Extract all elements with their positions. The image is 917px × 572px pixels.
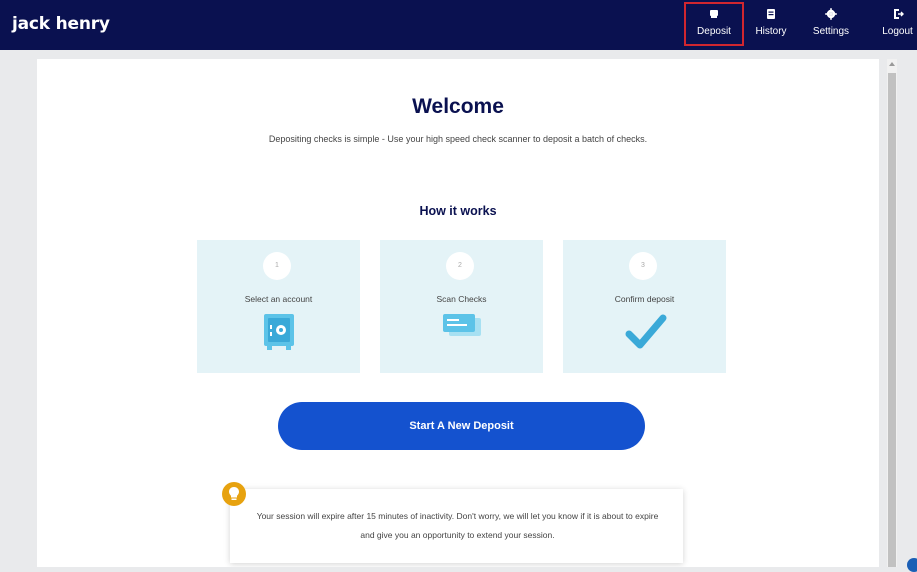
- checks-icon: [380, 310, 543, 349]
- scrollbar-thumb[interactable]: [888, 73, 896, 567]
- session-notice-text: Your session will expire after 15 minute…: [256, 511, 659, 540]
- brand-logo: jack henry: [12, 14, 110, 34]
- nav-settings[interactable]: Settings: [806, 4, 856, 44]
- step-card-confirm-deposit: 3 Confirm deposit: [563, 240, 726, 373]
- nav-deposit-label: Deposit: [697, 26, 731, 37]
- step-number: 1: [263, 252, 291, 280]
- step-label: Select an account: [244, 294, 313, 304]
- step-number: 3: [629, 252, 657, 280]
- step-label: Confirm deposit: [614, 294, 675, 304]
- nav-logout-label: Logout: [882, 26, 913, 37]
- safe-icon: [197, 310, 360, 359]
- deposit-icon: [686, 7, 742, 23]
- help-widget-icon[interactable]: [907, 558, 917, 572]
- nav-deposit[interactable]: Deposit: [684, 2, 744, 46]
- page-title: Welcome: [412, 95, 504, 118]
- scroll-up-arrow-icon[interactable]: [889, 62, 895, 66]
- start-new-deposit-button[interactable]: Start A New Deposit: [278, 402, 645, 450]
- step-number: 2: [446, 252, 474, 280]
- nav-logout[interactable]: Logout: [878, 4, 917, 44]
- nav-settings-label: Settings: [812, 26, 850, 37]
- logout-icon: [878, 7, 917, 23]
- history-icon: [750, 7, 792, 23]
- welcome-panel: Welcome Depositing checks is simple - Us…: [37, 59, 879, 567]
- vertical-scrollbar[interactable]: [887, 59, 897, 567]
- step-card-scan-checks: 2 Scan Checks: [380, 240, 543, 373]
- step-label: Scan Checks: [436, 294, 487, 304]
- step-card-select-account: 1 Select an account: [197, 240, 360, 373]
- nav-history[interactable]: History: [750, 4, 792, 44]
- session-notice: Your session will expire after 15 minute…: [230, 489, 683, 563]
- checkmark-icon: [563, 310, 726, 359]
- top-nav-bar: jack henry Deposit History Settings Logo…: [0, 0, 917, 50]
- page-subtitle: Depositing checks is simple - Use your h…: [268, 134, 648, 144]
- nav-history-label: History: [755, 26, 787, 37]
- gear-icon: [806, 7, 856, 23]
- lightbulb-icon: [222, 482, 246, 506]
- how-it-works-heading: How it works: [419, 204, 497, 218]
